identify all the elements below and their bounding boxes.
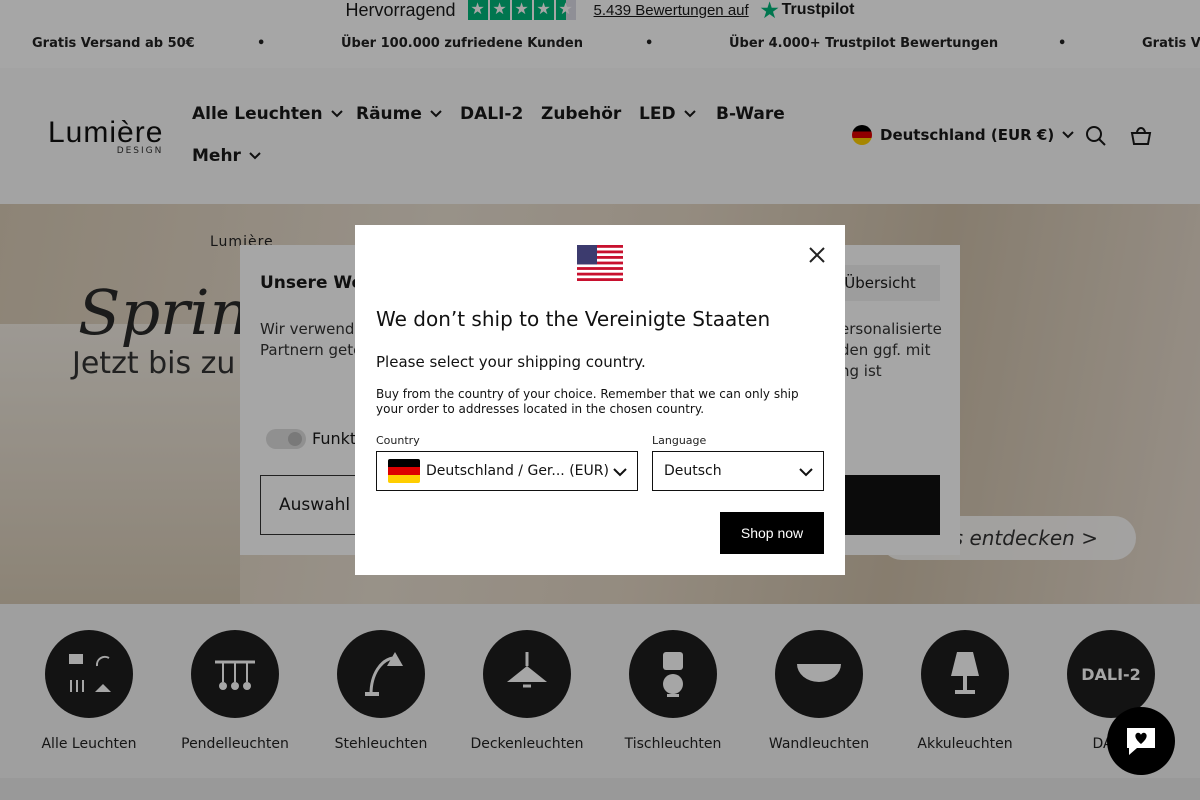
close-icon[interactable]	[805, 243, 829, 267]
shipping-country-modal: We don’t ship to the Vereinigte Staaten …	[355, 225, 845, 575]
usa-flag-icon	[577, 245, 623, 281]
modal-title: We don’t ship to the Vereinigte Staaten	[376, 307, 771, 331]
country-select[interactable]: Deutschland / Ger... (EUR)	[376, 451, 638, 491]
country-select-value: Deutschland / Ger... (EUR)	[426, 463, 609, 479]
chat-button[interactable]	[1107, 707, 1175, 775]
country-field-label: Country	[376, 434, 420, 447]
modal-subtitle: Please select your shipping country.	[376, 353, 646, 371]
language-select[interactable]: Deutsch	[652, 451, 824, 491]
shop-now-button[interactable]: Shop now	[720, 512, 824, 554]
germany-flag-icon	[388, 459, 420, 483]
chevron-down-icon	[799, 468, 813, 477]
language-field-label: Language	[652, 434, 707, 447]
chevron-down-icon	[613, 468, 627, 477]
chat-heart-icon	[1127, 728, 1155, 755]
language-select-value: Deutsch	[664, 463, 722, 479]
modal-description: Buy from the country of your choice. Rem…	[376, 387, 799, 416]
